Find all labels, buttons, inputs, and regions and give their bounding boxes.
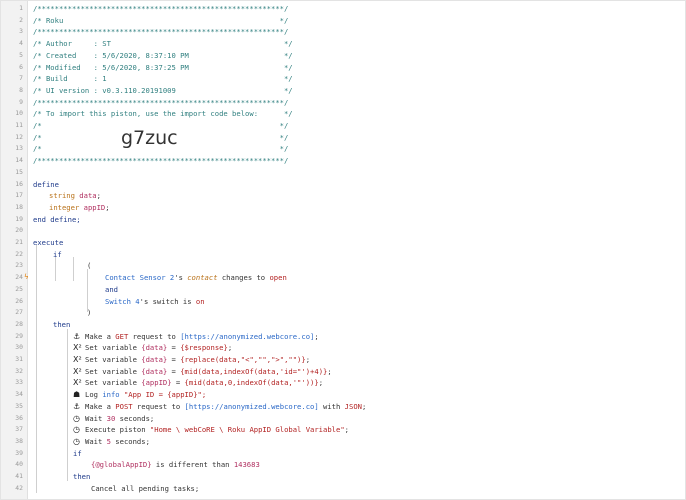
variable-declaration[interactable]: integer appID;	[49, 202, 110, 214]
header-build: /* Build : 1 */	[33, 74, 293, 84]
condition-switch[interactable]: Switch 4's switch is on	[105, 296, 205, 308]
header-rule: /***************************************…	[33, 27, 289, 37]
code-line: X² Set variable {appID} = {mid(data,0,ind…	[1, 377, 685, 389]
wait-statement[interactable]: Wait 30 seconds;	[85, 413, 154, 425]
code-line: then	[1, 471, 685, 483]
code-line: ⚓ Make a GET request to [https://anonymiz…	[1, 331, 685, 343]
web-request-statement[interactable]: Make a POST request to [https://anonymiz…	[85, 401, 366, 413]
end-define: end define;	[33, 214, 81, 224]
header-modified: /* Modified : 5/6/2020, 8:37:25 PM */	[33, 62, 293, 72]
code-line: /***************************************…	[1, 3, 685, 15]
header-blank: /* */	[33, 144, 289, 154]
header-author: /* Author : ST */	[33, 39, 293, 49]
log-statement[interactable]: Log info "App ID = {appID}";	[85, 389, 206, 401]
code-line: (	[1, 260, 685, 272]
code-line: X² Set variable {data} = {$response};	[1, 342, 685, 354]
line-number: 15	[15, 167, 23, 176]
then-keyword[interactable]: then	[73, 471, 90, 483]
clock-icon: ◷	[73, 413, 80, 423]
code-line: ◷ Execute piston "Home \ webCoRE \ Roku A…	[1, 424, 685, 436]
set-variable-statement[interactable]: Set variable {data} = {$response};	[85, 342, 232, 354]
code-line: X² Set variable {data} = {mid(data,indexO…	[1, 366, 685, 378]
set-variable-statement[interactable]: Set variable {data} = {mid(data,indexOf(…	[85, 366, 332, 378]
code-line: /* Author : ST */	[1, 38, 685, 50]
header-import-text: /* To import this piston, use the import…	[33, 109, 293, 119]
piston-code-view: 1 2 3 4 5 6 7 8 9 10 11 12 13 14 15 16 17 18 19 20 21 22 23 24 2…	[0, 0, 686, 500]
code-line: /***************************************…	[1, 97, 685, 109]
line-number-row: 20	[1, 225, 685, 237]
header-rule: /***************************************…	[33, 156, 289, 166]
code-line: /* Build : 1 */	[1, 73, 685, 85]
set-variable-statement[interactable]: Set variable {data} = {replace(data,"<",…	[85, 354, 310, 366]
header-rule: /***************************************…	[33, 97, 289, 107]
code-line: X² Set variable {data} = {replace(data,"<…	[1, 354, 685, 366]
code-line: and	[1, 284, 685, 296]
if-keyword[interactable]: if	[73, 448, 82, 460]
code-line: )	[1, 307, 685, 319]
close-paren: )	[87, 308, 92, 318]
line-number-row: 15	[1, 167, 685, 179]
code-line: /***************************************…	[1, 26, 685, 38]
and-operator[interactable]: and	[105, 284, 118, 296]
web-request-statement[interactable]: Make a GET request to [https://anonymize…	[85, 331, 319, 343]
code-line: then	[1, 319, 685, 331]
x-squared-icon: X²	[73, 343, 82, 353]
variable-declaration[interactable]: string data;	[49, 190, 101, 202]
code-line: Switch 4's switch is on	[1, 296, 685, 308]
cancel-tasks-statement[interactable]: Cancel all pending tasks;	[91, 483, 199, 495]
code-line: integer appID;	[1, 202, 685, 214]
header-ui-version: /* UI version : v0.3.110.20191009 */	[33, 85, 293, 95]
code-line: /* Modified : 5/6/2020, 8:37:25 PM */	[1, 62, 685, 74]
condition-global-appid[interactable]: {@globalAppID} is different than 143683	[91, 459, 260, 471]
code-line: execute	[1, 237, 685, 249]
anchor-icon: ⚓	[73, 401, 81, 411]
code-line: /* */g7zuc	[1, 127, 685, 149]
clock-icon: ◷	[73, 425, 80, 435]
code-line: string data;	[1, 190, 685, 202]
x-squared-icon: X²	[73, 378, 82, 388]
header-created: /* Created : 5/6/2020, 8:37:10 PM */	[33, 50, 293, 60]
code-line: ◷ Wait 5 seconds;	[1, 436, 685, 448]
megaphone-icon: ☗	[73, 390, 81, 400]
code-line: if	[1, 249, 685, 261]
code-line: /* */	[1, 143, 685, 155]
code-line: ☗ Log info "App ID = {appID}";	[1, 389, 685, 401]
code-line: ◷ Wait 30 seconds;	[1, 413, 685, 425]
code-line: Cancel all pending tasks;	[1, 483, 685, 495]
execute-piston-statement[interactable]: Execute piston "Home \ webCoRE \ Roku Ap…	[85, 424, 349, 436]
lightning-bolt-icon: ϟ	[24, 273, 29, 282]
condition-contact[interactable]: Contact Sensor 2's contact changes to op…	[105, 272, 287, 284]
x-squared-icon: X²	[73, 366, 82, 376]
set-variable-statement[interactable]: Set variable {appID} = {mid(data,0,index…	[85, 377, 323, 389]
code-line: if	[1, 448, 685, 460]
anchor-icon: ⚓	[73, 331, 81, 341]
code-line: /* UI version : v0.3.110.20191009 */	[1, 85, 685, 97]
wait-statement[interactable]: Wait 5 seconds;	[85, 436, 150, 448]
code-line: /* To import this piston, use the import…	[1, 108, 685, 120]
header-rule: /***************************************…	[33, 4, 289, 13]
execute-keyword[interactable]: execute	[33, 237, 63, 249]
line-number: 20	[15, 226, 23, 235]
code-line: ⚓ Make a POST request to [https://anonymi…	[1, 401, 685, 413]
code-line: /* Roku */	[1, 15, 685, 27]
code-line: {@globalAppID} is different than 143683	[1, 459, 685, 471]
code-line: end define;	[1, 214, 685, 226]
define-keyword[interactable]: define	[33, 179, 59, 191]
code-line: /* */	[1, 120, 685, 132]
code-line: /***************************************…	[1, 155, 685, 167]
code-line: /* Created : 5/6/2020, 8:37:10 PM */	[1, 50, 685, 62]
x-squared-icon: X²	[73, 355, 82, 364]
clock-icon: ◷	[73, 436, 80, 446]
code-line: define	[1, 179, 685, 191]
code-line: ϟ Contact Sensor 2's contact changes to o…	[1, 272, 685, 284]
header-name: /* Roku */	[33, 15, 289, 25]
